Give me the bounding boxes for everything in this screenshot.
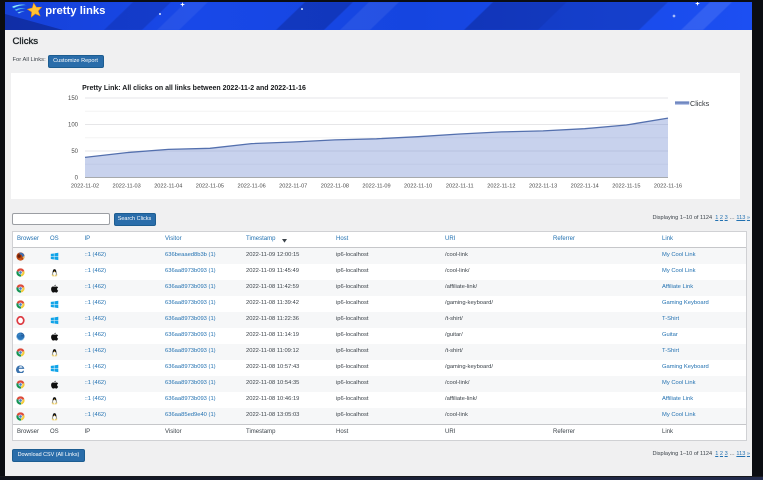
svg-text:2022-11-16: 2022-11-16: [654, 184, 682, 190]
svg-text:0: 0: [75, 176, 79, 182]
svg-text:2022-11-11: 2022-11-11: [446, 184, 474, 190]
svg-text:Pretty Link: All clicks on all: Pretty Link: All clicks on all links bet…: [82, 85, 306, 92]
svg-text:2022-11-12: 2022-11-12: [487, 184, 515, 190]
svg-text:2022-11-14: 2022-11-14: [571, 184, 599, 190]
svg-text:2022-11-07: 2022-11-07: [279, 184, 307, 190]
svg-text:2022-11-09: 2022-11-09: [362, 184, 390, 190]
svg-text:2022-11-13: 2022-11-13: [529, 184, 557, 190]
svg-text:Clicks: Clicks: [690, 99, 710, 108]
svg-text:150: 150: [68, 96, 79, 102]
svg-text:2022-11-05: 2022-11-05: [196, 184, 224, 190]
svg-text:2022-11-03: 2022-11-03: [112, 184, 140, 190]
svg-text:2022-11-10: 2022-11-10: [404, 184, 432, 190]
svg-text:2022-11-08: 2022-11-08: [321, 184, 349, 190]
svg-text:2022-11-02: 2022-11-02: [71, 184, 99, 190]
svg-text:2022-11-06: 2022-11-06: [237, 184, 265, 190]
svg-text:2022-11-15: 2022-11-15: [612, 184, 640, 190]
svg-text:50: 50: [71, 149, 78, 155]
svg-text:100: 100: [68, 123, 79, 129]
svg-text:2022-11-04: 2022-11-04: [154, 184, 182, 190]
